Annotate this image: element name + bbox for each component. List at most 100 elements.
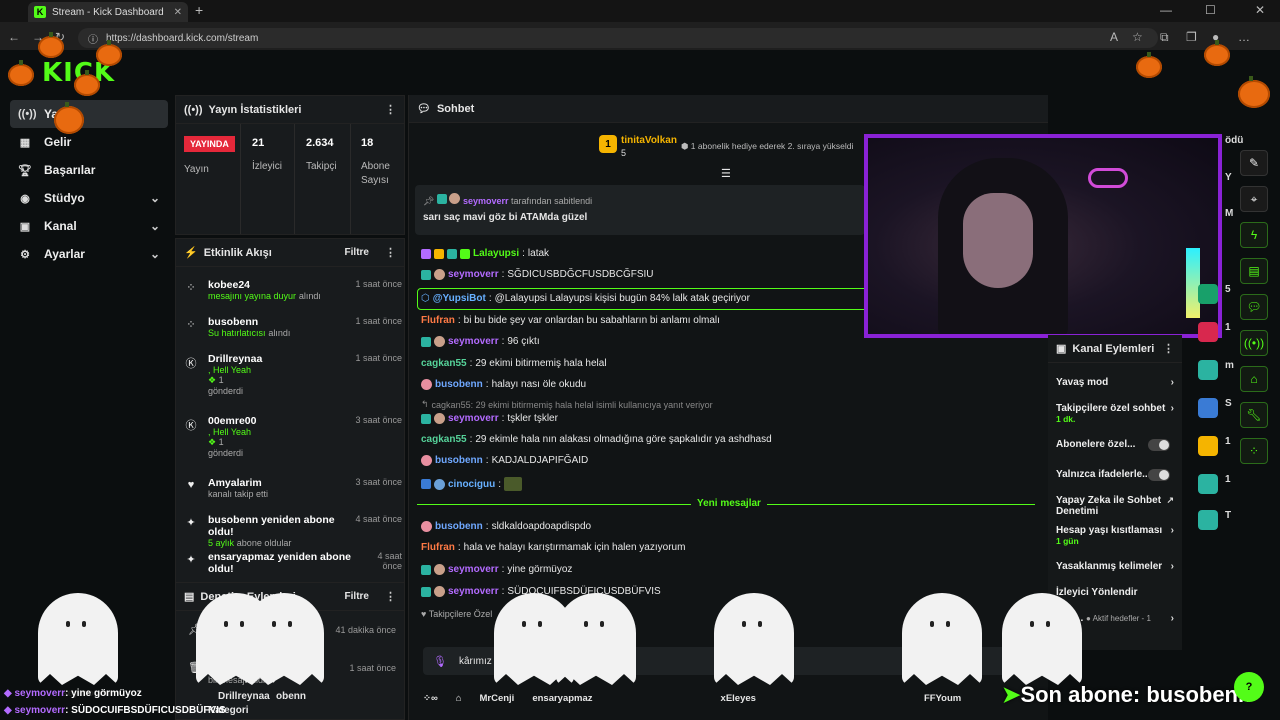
store-icon[interactable]: ⌂ xyxy=(1240,366,1268,392)
viewer-name[interactable]: MrCenji xyxy=(479,693,514,704)
pumpkin-decoration xyxy=(74,70,100,96)
url-text: https://dashboard.kick.com/stream xyxy=(106,32,259,44)
chat-message: Flufran: bi bu bide şey var onlardan bu … xyxy=(421,315,720,326)
wrench-icon[interactable]: 🔧︎ xyxy=(1240,402,1268,428)
read-aloud-icon[interactable]: A xyxy=(1110,30,1118,44)
chat-message: busobenn: halayı nası öle okudu xyxy=(421,379,586,390)
viewer-name[interactable]: ensaryapmaz xyxy=(532,693,592,704)
pinned-text: sarı saç mavi göz bi ATAMda güzel xyxy=(423,212,588,223)
sidebar-nav: ((•)) Yayın ▦ Gelir 🏆︎ Başarılar ◉ Stüdy… xyxy=(10,100,168,268)
collections-icon[interactable]: ❐ xyxy=(1186,30,1197,44)
chat-message: cagkan55: 29 ekimi bitirmemiş hala helal xyxy=(421,358,607,369)
ghost-decoration xyxy=(556,593,636,685)
sidebar-item-kanal[interactable]: ▣ Kanal ⌄ xyxy=(10,212,168,240)
followers-only-action[interactable]: Takipçilere özel sohbet 1 dk. › xyxy=(1056,403,1174,424)
more-options-icon[interactable]: ⋮ xyxy=(1163,342,1174,355)
sidebar-item-studyo[interactable]: ◉ Stüdyo ⌄ xyxy=(10,184,168,212)
sidebar-item-ayarlar[interactable]: ⚙ Ayarlar ⌄ xyxy=(10,240,168,268)
user-avatar[interactable] xyxy=(1198,436,1218,456)
heart-icon: ♥ xyxy=(187,479,195,491)
chat-bubble-icon[interactable]: 💬︎ xyxy=(1240,294,1268,320)
emote-only-toggle[interactable]: Yalnızca ifadelerle... xyxy=(1056,469,1174,481)
pumpkin-decoration xyxy=(1204,40,1230,66)
filter-button[interactable]: Filtre xyxy=(345,247,369,258)
subs-only-toggle[interactable]: Abonelere özel... xyxy=(1056,439,1174,451)
account-age-action[interactable]: Hesap yaşı kısıtlaması 1 gün › xyxy=(1056,525,1174,546)
broadcast-icon[interactable]: ((•)) xyxy=(1240,330,1268,356)
raid-action[interactable]: İzleyici Yönlendir xyxy=(1056,587,1174,598)
lightning-icon[interactable]: ϟ xyxy=(1240,222,1268,248)
ghost-decoration xyxy=(244,593,324,685)
scroll-to-bottom-icon[interactable]: ☰ xyxy=(721,167,731,180)
chevron-down-icon: ⌄ xyxy=(149,191,160,205)
pinned-message: 📌︎ seymoverr tarafından sabitlendi sarı … xyxy=(415,185,865,235)
user-avatar[interactable] xyxy=(1198,398,1218,418)
sidebar-item-gelir[interactable]: ▦ Gelir xyxy=(10,128,168,156)
gifter-rank-badge: 1 xyxy=(599,135,617,153)
edit-icon[interactable]: ✎ xyxy=(1240,150,1268,176)
chat-icon: 💬︎ xyxy=(417,103,431,115)
sidebar-item-label: Başarılar xyxy=(44,163,96,177)
broadcast-icon: ((•)) xyxy=(18,108,37,120)
activity-item: ♥ Amyalarim kanalı takip etti 3 saat önce xyxy=(184,477,402,499)
user-initial: 5 xyxy=(1225,284,1231,295)
mod-user-extra: obenn xyxy=(276,691,306,702)
chat-message: Lalayupsi: latak xyxy=(421,248,549,259)
banned-words-action[interactable]: Yasaklanmış kelimeler › xyxy=(1056,561,1174,572)
user-avatar[interactable] xyxy=(1198,474,1218,494)
user-initial: T xyxy=(1225,510,1232,521)
back-icon[interactable]: ← xyxy=(8,30,20,44)
more-options-icon[interactable]: ⋮ xyxy=(385,103,396,116)
favorite-star-icon[interactable]: ☆ xyxy=(1132,30,1143,44)
filter-button[interactable]: Filtre xyxy=(345,591,369,602)
mic-icon[interactable]: 🎙︎ xyxy=(433,655,447,668)
slow-mode-action[interactable]: Yavaş mod › xyxy=(1056,377,1174,388)
sidebar-item-basarilar[interactable]: 🏆︎ Başarılar xyxy=(10,156,168,184)
browser-tab[interactable]: K Stream - Kick Dashboard ✕ xyxy=(28,2,188,22)
minimize-icon[interactable]: — xyxy=(1160,3,1172,17)
maximize-icon[interactable]: ☐ xyxy=(1205,3,1216,17)
pumpkin-decoration xyxy=(8,60,34,86)
support-chat-icon[interactable]: ? xyxy=(1234,672,1264,702)
chat-message: seymoverr: 96 çıktı xyxy=(421,336,540,347)
ghost-decoration xyxy=(902,593,982,685)
address-bar[interactable]: ⓘ https://dashboard.kick.com/stream xyxy=(78,28,1158,48)
revenue-icon: ▦ xyxy=(19,136,31,149)
site-info-icon[interactable]: ⓘ xyxy=(88,31,98,46)
more-icon[interactable]: … xyxy=(1238,30,1250,44)
more-options-icon[interactable]: ⋮ xyxy=(385,590,396,603)
ai-moderation-action[interactable]: Yapay Zeka ile Sohbet Denetimi ↗ xyxy=(1056,495,1174,517)
new-tab-icon[interactable]: + xyxy=(195,2,203,18)
close-window-icon[interactable]: ✕ xyxy=(1255,3,1265,17)
extensions-icon[interactable]: ⧉ xyxy=(1160,30,1169,45)
kick-dashboard: KICK ((•)) Yayın ▦ Gelir 🏆︎ Başarılar ◉ … xyxy=(0,50,1280,720)
user-avatar[interactable] xyxy=(1198,322,1218,342)
close-tab-icon[interactable]: ✕ xyxy=(174,7,182,18)
panel-title: Etkinlik Akışı xyxy=(203,246,272,259)
neon-light xyxy=(1088,168,1128,188)
overlay-chat-line: ◆ seymoverr: SÜDOCUIFBSDÜFICUSDBÜFVIS xyxy=(4,705,226,716)
panel-title: Sohbet xyxy=(436,102,475,115)
sidebar-item-yayin[interactable]: ((•)) Yayın xyxy=(10,100,168,128)
more-options-icon[interactable]: ⋮ xyxy=(385,246,396,259)
viewer-name[interactable]: xEleyes xyxy=(721,693,756,704)
user-avatar[interactable] xyxy=(1198,360,1218,380)
viewer-name[interactable]: FFYoum xyxy=(924,693,961,704)
stream-stats-panel: ((•)) Yayın İstatistikleri ⋮ YAYINDA Yay… xyxy=(175,95,405,235)
studio-icon: ◉ xyxy=(20,192,30,205)
user-avatar[interactable] xyxy=(1198,510,1218,530)
pumpkin-decoration xyxy=(1136,52,1162,78)
mod-user: Drillreynaa xyxy=(218,691,270,702)
chat-message: cinociguu: xyxy=(421,477,523,491)
store-icon[interactable]: ⌂ xyxy=(456,693,462,704)
focus-icon[interactable]: ⌖ xyxy=(1240,186,1268,212)
user-avatar[interactable] xyxy=(1198,284,1218,304)
sparkle-icon: ✦ xyxy=(186,554,196,566)
top-gifter-name[interactable]: tinitaVolkan xyxy=(621,135,677,146)
bot-icon[interactable]: ⁘∞ xyxy=(423,693,438,704)
trophy-icon: 🏆︎ xyxy=(18,164,32,177)
bot-icon[interactable]: ⁘ xyxy=(1240,438,1268,464)
notes-icon[interactable]: ▤ xyxy=(1240,258,1268,284)
gift-notice: ⬢ 1 abonelik hediye ederek 2. sıraya yük… xyxy=(681,141,854,151)
panel-title: Yayın İstatistikleri xyxy=(208,103,302,116)
